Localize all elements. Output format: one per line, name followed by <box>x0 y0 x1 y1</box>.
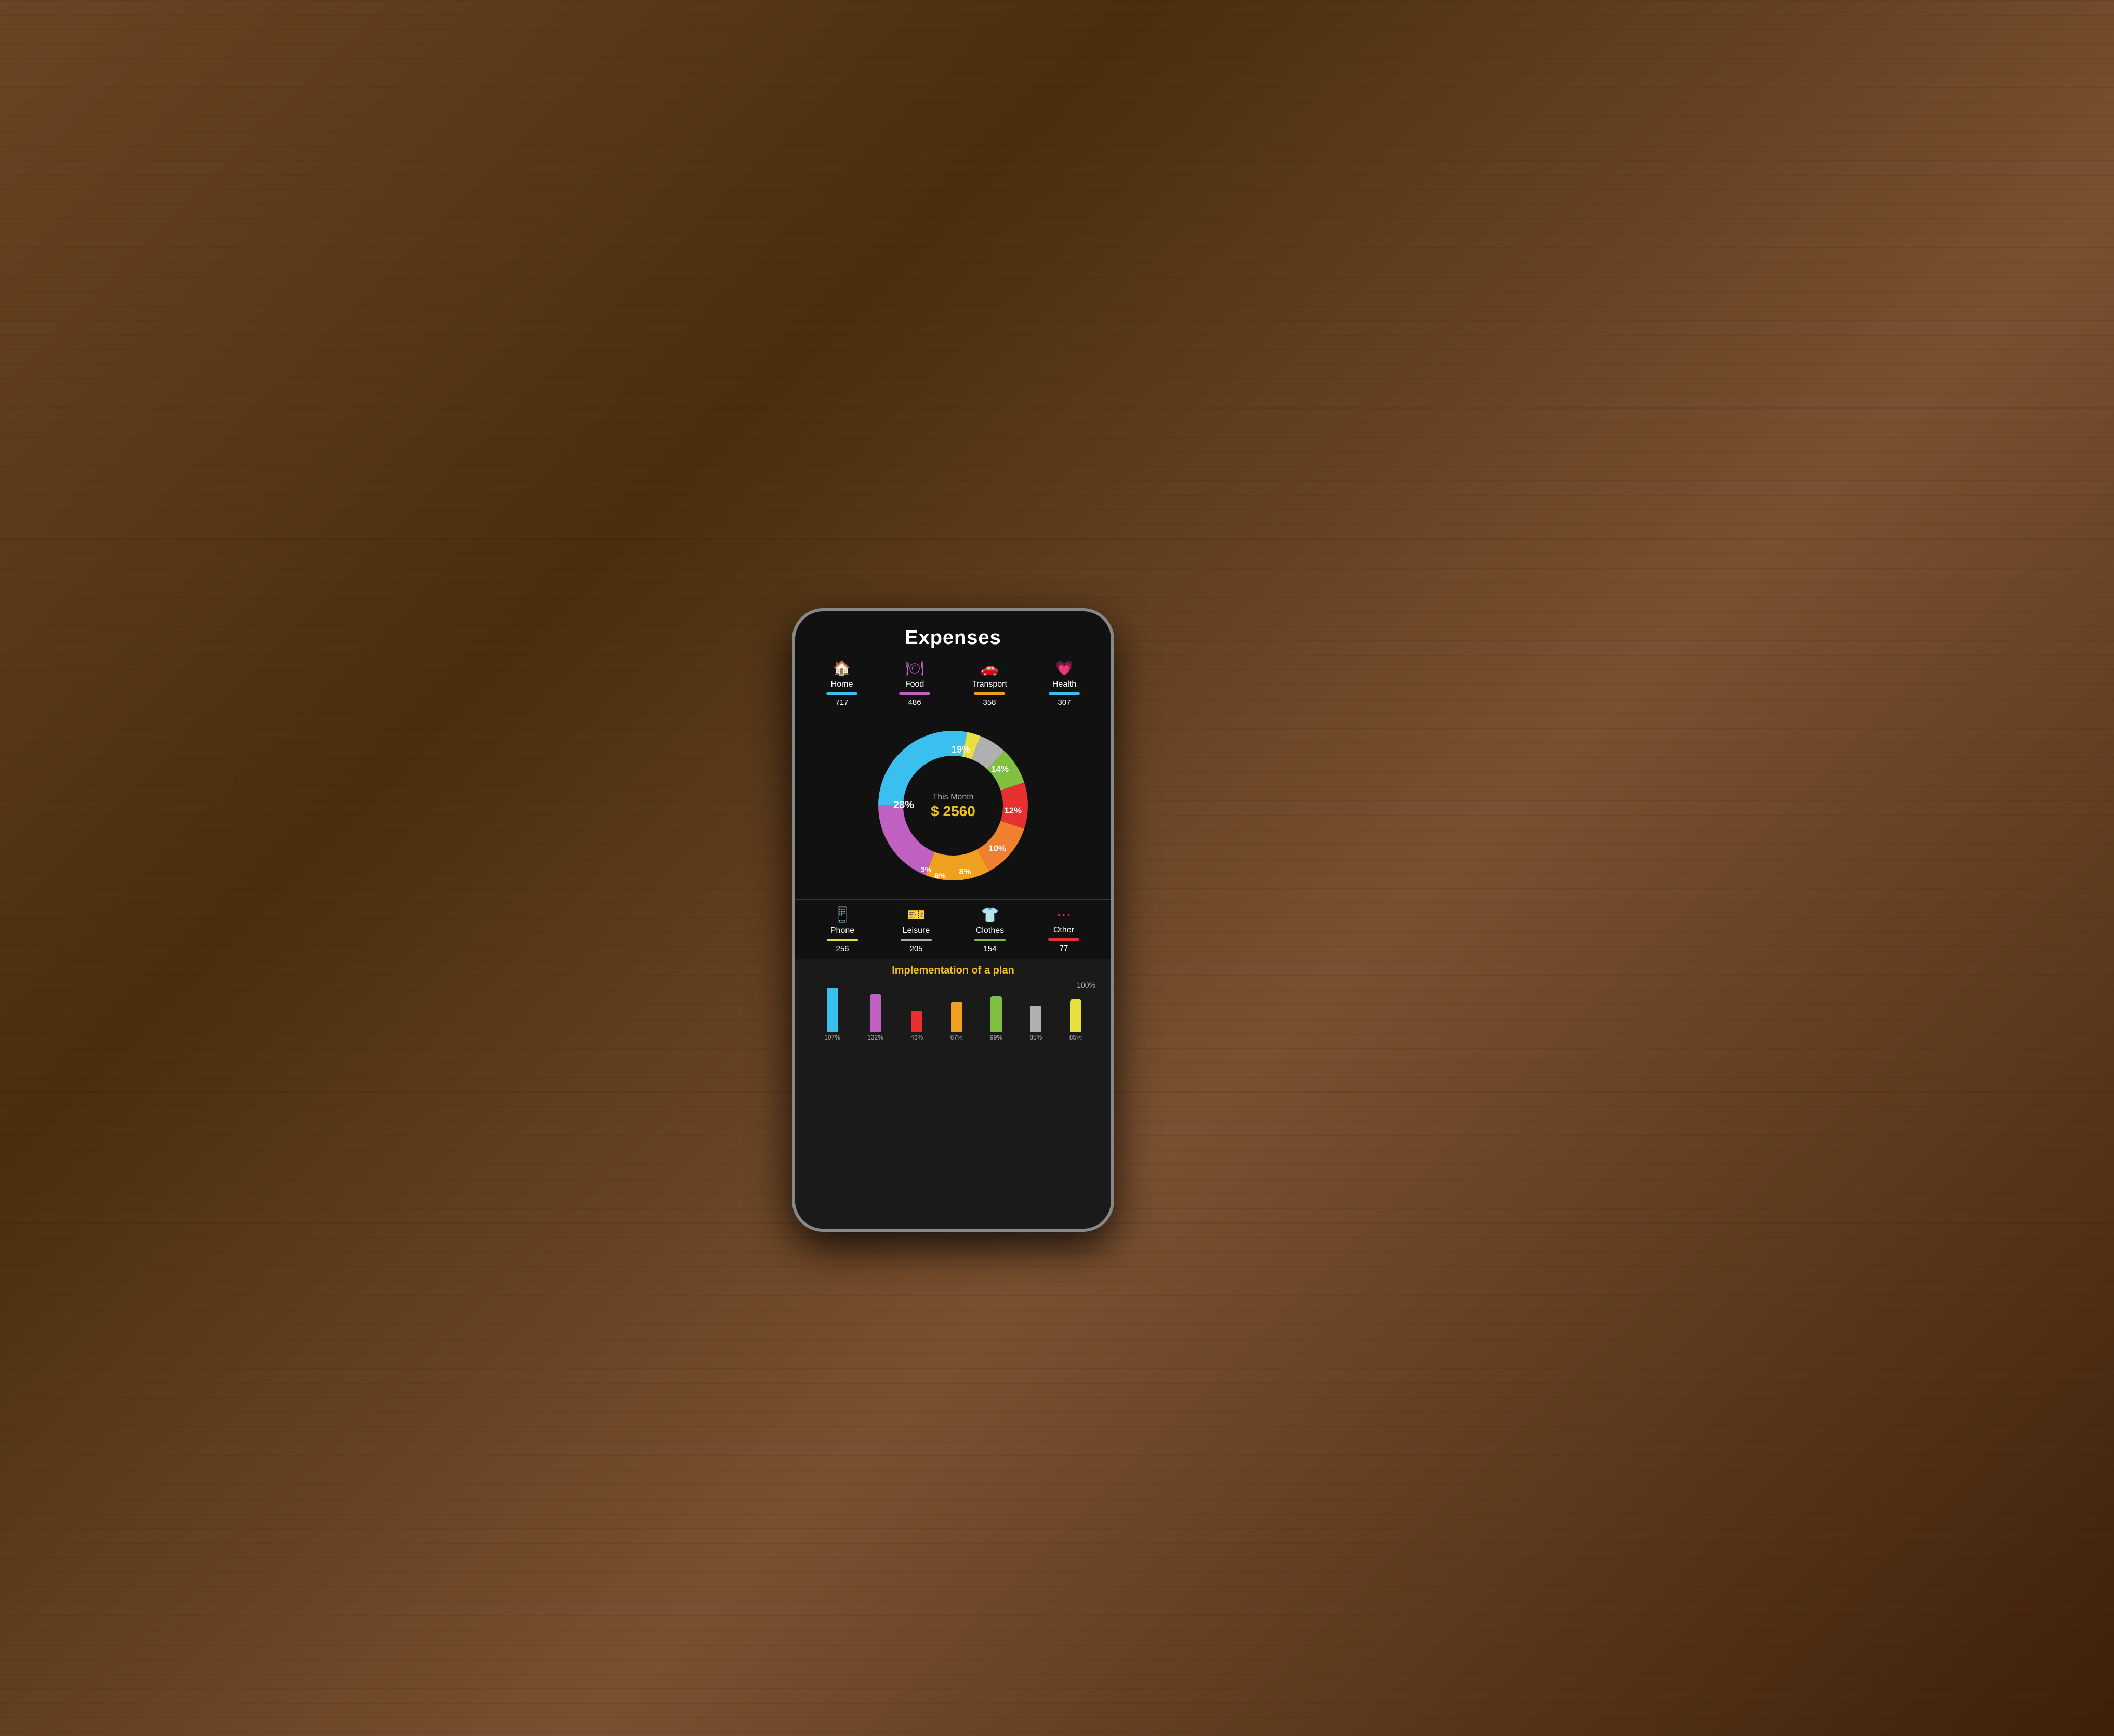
svg-text:8%: 8% <box>959 867 971 876</box>
food-icon: 🍽 <box>905 660 924 677</box>
phone-screen: Expenses 🏠 Home 717 🍽 Food 486 <box>795 611 1111 1229</box>
phone-value: 256 <box>836 944 849 953</box>
transport-label: Transport <box>972 680 1007 689</box>
impl-bar-5-fill <box>990 996 1002 1032</box>
category-leisure[interactable]: 🎫 Leisure 205 <box>901 906 932 953</box>
other-value: 77 <box>1060 944 1068 953</box>
leisure-label: Leisure <box>903 926 930 936</box>
category-home[interactable]: 🏠 Home 717 <box>826 660 857 707</box>
category-health[interactable]: 💗 Health 307 <box>1049 660 1080 707</box>
food-bar <box>899 692 930 695</box>
svg-text:12%: 12% <box>1004 806 1022 816</box>
svg-text:This Month: This Month <box>932 793 973 801</box>
leisure-value: 205 <box>909 944 922 953</box>
food-value: 486 <box>908 698 921 707</box>
impl-bar-7-pct: 85% <box>1069 1034 1082 1041</box>
transport-icon: 🚗 <box>981 660 999 677</box>
phone-label: Phone <box>830 926 854 936</box>
implementation-section: Implementation of a plan 100% 107% 132% <box>795 959 1111 1229</box>
svg-text:28%: 28% <box>893 799 914 811</box>
leisure-bar <box>901 939 932 941</box>
impl-bar-6: 85% <box>1029 1006 1042 1041</box>
category-clothes[interactable]: 👕 Clothes 154 <box>974 906 1006 953</box>
impl-max-label: 100% <box>805 981 1101 989</box>
impl-bar-1-fill <box>827 988 838 1032</box>
implementation-title: Implementation of a plan <box>805 965 1101 977</box>
impl-bar-7: 85% <box>1069 999 1082 1041</box>
other-bar <box>1048 938 1079 941</box>
category-phone[interactable]: 📱 Phone 256 <box>827 906 858 953</box>
phone-bar <box>827 939 858 941</box>
health-bar <box>1049 692 1080 695</box>
category-other[interactable]: ··· Other 77 <box>1048 906 1079 953</box>
top-categories-row: 🏠 Home 717 🍽 Food 486 🚗 Transport <box>795 654 1111 712</box>
impl-bar-3-pct: 43% <box>910 1034 923 1041</box>
home-value: 717 <box>836 698 849 707</box>
clothes-value: 154 <box>983 944 996 953</box>
clothes-label: Clothes <box>976 926 1004 936</box>
impl-bar-4-fill <box>951 1002 962 1032</box>
impl-bar-1-pct: 107% <box>824 1034 840 1041</box>
bottom-categories-row: 📱 Phone 256 🎫 Leisure 205 👕 Clothes <box>795 899 1111 959</box>
transport-bar <box>974 692 1005 695</box>
phone-icon: 📱 <box>834 906 852 923</box>
svg-text:3%: 3% <box>921 865 932 874</box>
impl-bar-6-fill <box>1030 1006 1041 1032</box>
chart-area: This Month $ 2560 28% 19% 14% 12% 10% 8% <box>795 712 1111 899</box>
donut-chart[interactable]: This Month $ 2560 28% 19% 14% 12% 10% 8% <box>865 717 1041 894</box>
svg-text:$ 2560: $ 2560 <box>931 803 975 819</box>
other-label: Other <box>1053 926 1074 935</box>
category-food[interactable]: 🍽 Food 486 <box>899 660 930 707</box>
impl-bar-4-pct: 67% <box>950 1034 963 1041</box>
impl-bar-5: 99% <box>990 996 1002 1041</box>
impl-bar-3: 43% <box>910 1011 923 1041</box>
transport-value: 358 <box>983 698 996 707</box>
svg-text:19%: 19% <box>952 744 970 755</box>
health-icon: 💗 <box>1055 660 1074 677</box>
impl-bar-7-fill <box>1070 999 1081 1032</box>
svg-text:10%: 10% <box>988 844 1006 853</box>
app-title: Expenses <box>795 611 1111 654</box>
impl-bar-2: 132% <box>867 994 883 1041</box>
impl-bar-2-pct: 132% <box>867 1034 883 1041</box>
impl-bars-container: 107% 132% 43% 67% <box>805 989 1101 1041</box>
other-icon: ··· <box>1056 906 1071 923</box>
impl-bar-2-fill <box>870 994 881 1032</box>
home-bar <box>826 692 857 695</box>
clothes-bar <box>974 939 1006 941</box>
svg-text:14%: 14% <box>991 764 1009 774</box>
impl-bar-5-pct: 99% <box>990 1034 1002 1041</box>
health-value: 307 <box>1058 698 1071 707</box>
impl-bar-1: 107% <box>824 988 840 1041</box>
food-label: Food <box>905 680 924 689</box>
impl-bar-6-pct: 85% <box>1029 1034 1042 1041</box>
category-transport[interactable]: 🚗 Transport 358 <box>972 660 1007 707</box>
home-icon: 🏠 <box>833 660 851 677</box>
phone-device: Expenses 🏠 Home 717 🍽 Food 486 <box>792 608 1114 1232</box>
home-label: Home <box>831 680 853 689</box>
health-label: Health <box>1052 680 1076 689</box>
impl-bar-4: 67% <box>950 1002 963 1041</box>
leisure-icon: 🎫 <box>907 906 926 923</box>
impl-bar-3-fill <box>911 1011 922 1032</box>
phone-wrapper: Expenses 🏠 Home 717 🍽 Food 486 <box>792 608 1114 1232</box>
svg-text:6%: 6% <box>934 872 946 880</box>
clothes-icon: 👕 <box>981 906 999 923</box>
